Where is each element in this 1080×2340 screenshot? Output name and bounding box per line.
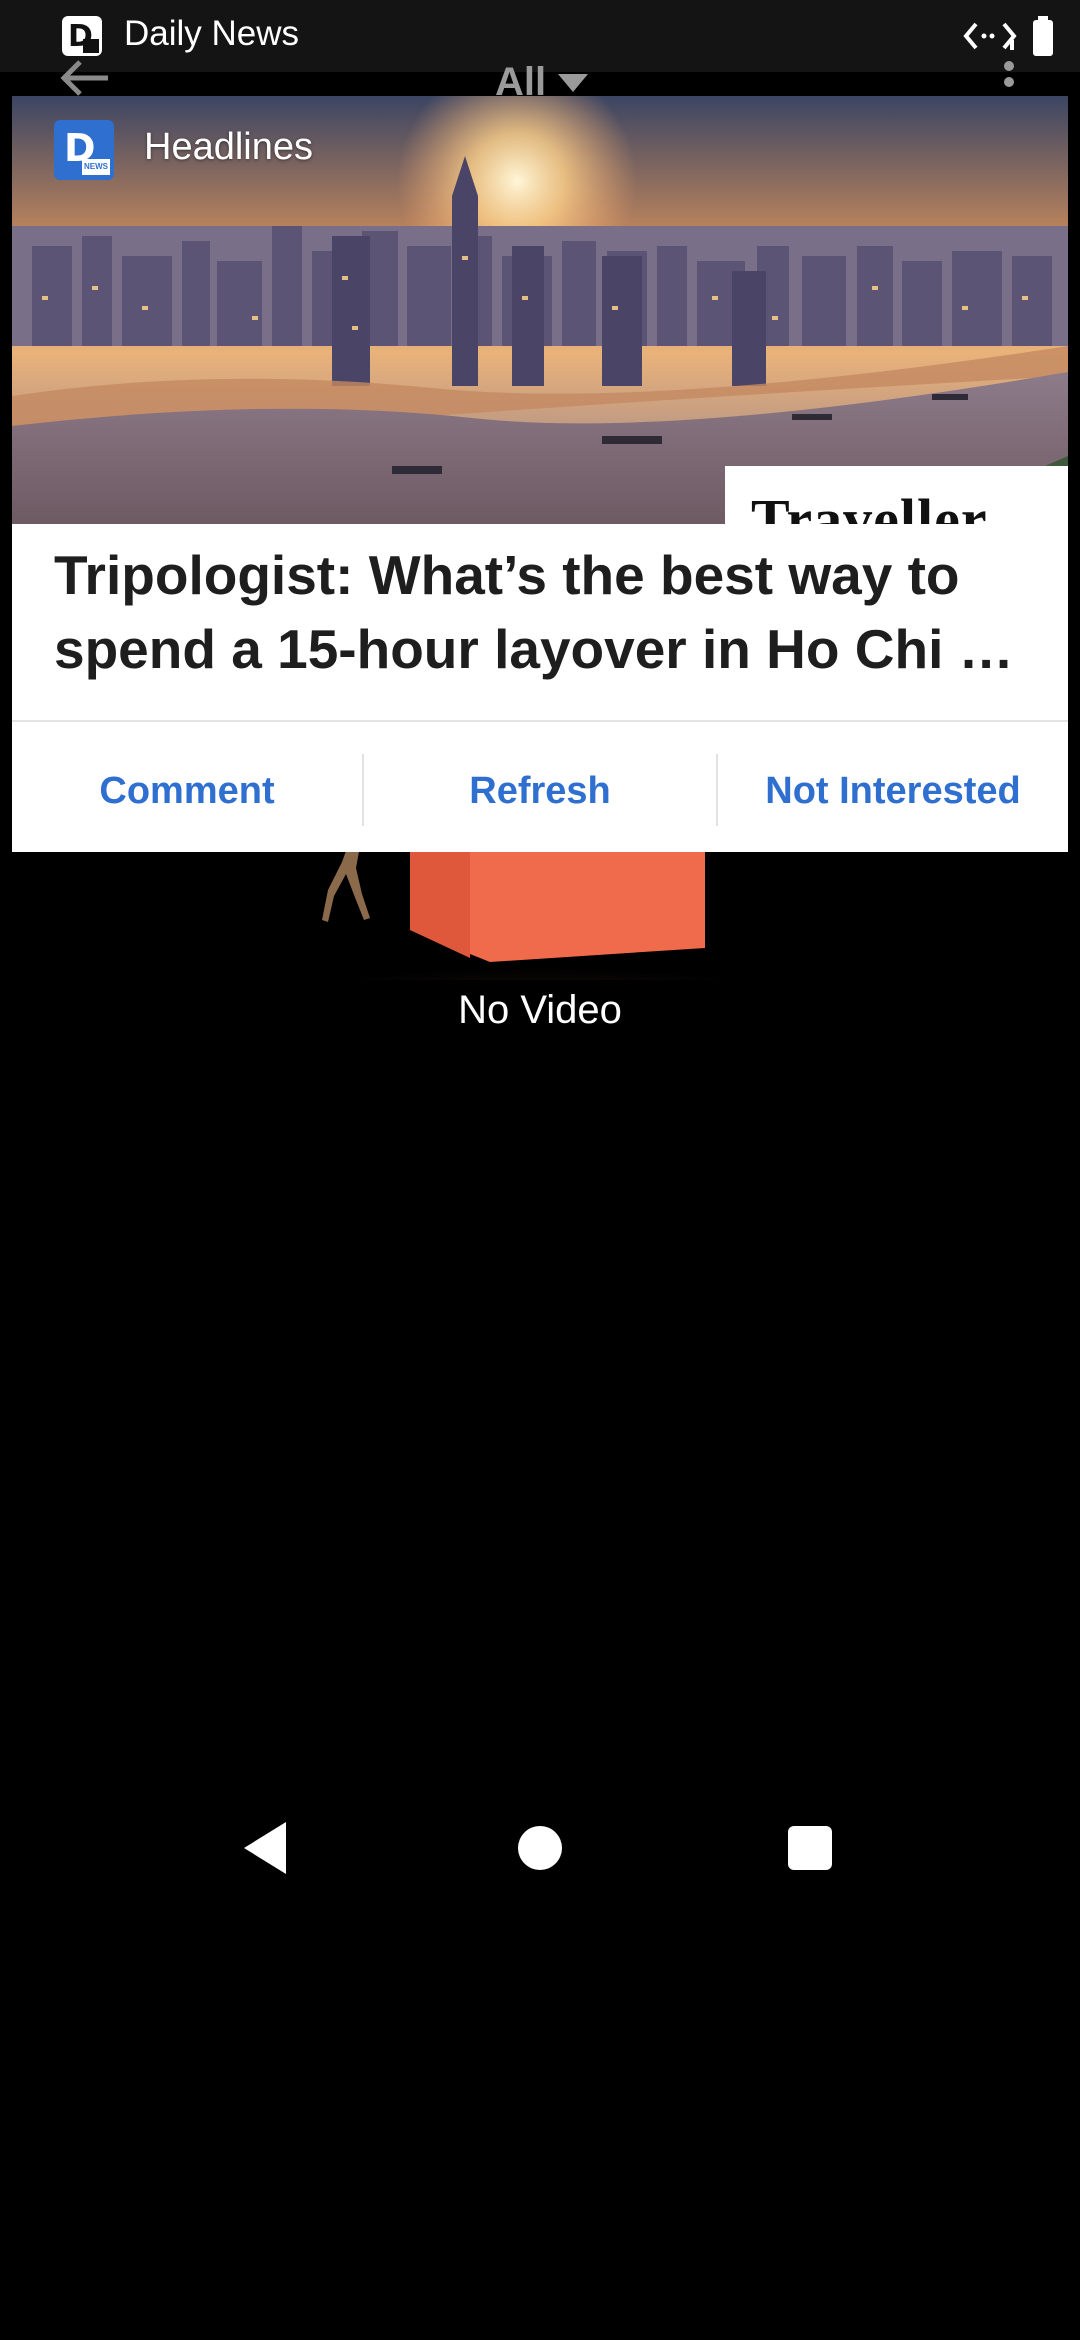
article-headline[interactable]: Tripologist: What’s the best way to spen… [54,538,1044,686]
source-name: Headlines [144,126,313,168]
screen: D Daily News All No Video D NEWS Headlin… [0,0,1080,2340]
more-vert-icon[interactable] [1000,58,1018,98]
caret-down-icon[interactable] [556,72,590,94]
traveller-watermark: Traveller [725,466,1068,524]
refresh-button[interactable]: Refresh [364,756,716,826]
not-interested-button[interactable]: Not Interested [718,756,1068,826]
battery-icon [1033,16,1053,56]
code-icon [963,22,1017,50]
source-logo: D NEWS [54,120,114,180]
daily-news-app-icon: D [62,16,102,56]
nav-home-icon[interactable] [518,1826,562,1870]
no-video-label: No Video [458,988,622,1032]
nav-back-icon[interactable] [240,1820,290,1876]
status-app-name: Daily News [124,14,300,53]
empty-state-illustration [240,840,840,980]
arrow-left-icon[interactable] [58,58,110,98]
comment-button[interactable]: Comment [12,756,362,826]
divider [12,720,1068,722]
article-card[interactable]: D NEWS Headlines Traveller Tripologist: W… [12,96,1068,852]
nav-recents-icon[interactable] [788,1826,832,1870]
article-image[interactable]: D NEWS Headlines Traveller [12,96,1068,524]
